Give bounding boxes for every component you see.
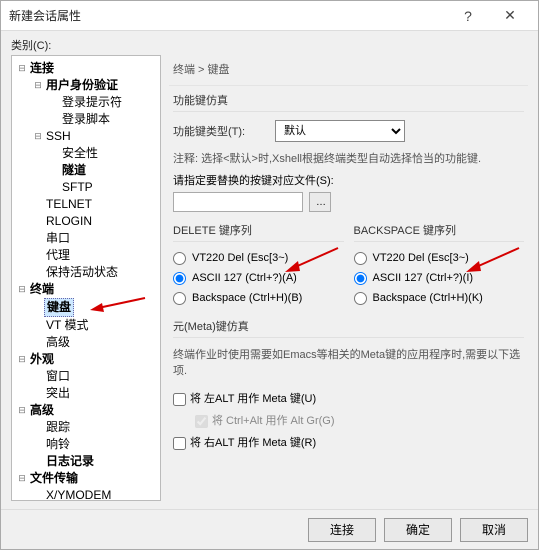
category-label: 类别(C): [1, 31, 538, 55]
tree-node-proxy[interactable]: 代理 [32, 247, 158, 264]
check-left-alt[interactable]: 将 左ALT 用作 Meta 键(U) [173, 388, 524, 410]
tree-node-transfer[interactable]: ⊟文件传输 [16, 470, 158, 487]
tree-node-telnet[interactable]: TELNET [32, 196, 158, 213]
tree-node-keepalive[interactable]: 保持活动状态 [32, 264, 158, 281]
tree-node-bell[interactable]: 响铃 [32, 436, 158, 453]
tree-node-trace[interactable]: 跟踪 [32, 419, 158, 436]
del-opt-ascii[interactable]: ASCII 127 (Ctrl+?)(A) [173, 268, 344, 288]
section-meta: 元(Meta)键仿真 终端作业时使用需要如Emacs等相关的Meta键的应用程序… [169, 312, 528, 458]
tree-node-vtmode[interactable]: VT 模式 [32, 317, 158, 334]
exchange-file-input[interactable] [173, 192, 303, 212]
tree-node-logging[interactable]: 日志记录 [32, 453, 158, 470]
tree-node-window[interactable]: 窗口 [32, 368, 158, 385]
category-tree[interactable]: ⊟连接 ⊟用户身份验证 登录提示符 登录脚本 ⊟SSH [11, 55, 161, 501]
del-opt-vt220[interactable]: VT220 Del (Esc[3~) [173, 248, 344, 268]
breadcrumb: 终端 > 键盘 [169, 55, 528, 86]
tree-node-advanced[interactable]: 高级 [32, 334, 158, 351]
browse-button[interactable]: … [309, 192, 331, 212]
tree-node-sftp[interactable]: SFTP [48, 179, 158, 196]
tree-node-highlight[interactable]: 突出 [32, 385, 158, 402]
del-opt-bs[interactable]: Backspace (Ctrl+H)(B) [173, 288, 344, 308]
bs-opt-vt220[interactable]: VT220 Del (Esc[3~) [354, 248, 525, 268]
tree-node-appearance[interactable]: ⊟外观 [16, 351, 158, 368]
check-right-alt[interactable]: 将 右ALT 用作 Meta 键(R) [173, 432, 524, 454]
connect-button[interactable]: 连接 [308, 518, 376, 542]
bs-opt-bs[interactable]: Backspace (Ctrl+H)(K) [354, 288, 525, 308]
backspace-title: BACKSPACE 键序列 [354, 222, 525, 242]
tree-node-xymodem[interactable]: X/YMODEM [32, 487, 158, 501]
ok-button[interactable]: 确定 [384, 518, 452, 542]
tree-node-keyboard[interactable]: 键盘 [32, 298, 158, 317]
tree-node-serial[interactable]: 串口 [32, 230, 158, 247]
tree-node-prompt[interactable]: 登录提示符 [48, 94, 158, 111]
tree-node-script[interactable]: 登录脚本 [48, 111, 158, 128]
funckey-note: 注释: 选择<默认>时,Xshell根据终端类型自动选择恰当的功能键. [173, 150, 524, 166]
group-backspace: BACKSPACE 键序列 VT220 Del (Esc[3~) ASCII 1… [354, 222, 525, 308]
tree-node-advanced2[interactable]: ⊟高级 [16, 402, 158, 419]
funckey-type-label: 功能键类型(T): [173, 123, 269, 139]
tree-node-security[interactable]: 安全性 [48, 145, 158, 162]
section-funckey: 功能键仿真 功能键类型(T): 默认 注释: 选择<默认>时,Xshell根据终… [169, 86, 528, 216]
exchange-label: 请指定要替换的按键对应文件(S): [173, 172, 334, 188]
window-title: 新建会话属性 [9, 7, 448, 24]
tree-node-terminal[interactable]: ⊟终端 [16, 281, 158, 298]
funckey-type-select[interactable]: 默认 [275, 120, 405, 142]
cancel-button[interactable]: 取消 [460, 518, 528, 542]
check-ctrl-alt: 将 Ctrl+Alt 用作 Alt Gr(G) [173, 410, 524, 432]
close-icon[interactable]: ✕ [490, 2, 530, 30]
tree-node-connection[interactable]: ⊟连接 [16, 60, 158, 77]
tree-node-auth[interactable]: ⊟用户身份验证 [32, 77, 158, 94]
dialog-window: 新建会话属性 ? ✕ 类别(C): ⊟连接 ⊟用户身份验证 登录提示符 [0, 0, 539, 550]
tree-node-ssh[interactable]: ⊟SSH [32, 128, 158, 145]
meta-note: 终端作业时使用需要如Emacs等相关的Meta键的应用程序时,需要以下选项. [173, 346, 524, 378]
dialog-footer: 连接 确定 取消 [1, 509, 538, 549]
titlebar: 新建会话属性 ? ✕ [1, 1, 538, 31]
delete-title: DELETE 键序列 [173, 222, 344, 242]
meta-title: 元(Meta)键仿真 [173, 318, 524, 338]
group-delete: DELETE 键序列 VT220 Del (Esc[3~) ASCII 127 … [173, 222, 344, 308]
settings-panel: 终端 > 键盘 功能键仿真 功能键类型(T): 默认 注释: 选择<默认>时,X… [169, 55, 528, 501]
tree-node-tunnel[interactable]: 隧道 [48, 162, 158, 179]
help-icon[interactable]: ? [448, 2, 488, 30]
funckey-title: 功能键仿真 [173, 92, 524, 112]
bs-opt-ascii[interactable]: ASCII 127 (Ctrl+?)(I) [354, 268, 525, 288]
tree-node-rlogin[interactable]: RLOGIN [32, 213, 158, 230]
